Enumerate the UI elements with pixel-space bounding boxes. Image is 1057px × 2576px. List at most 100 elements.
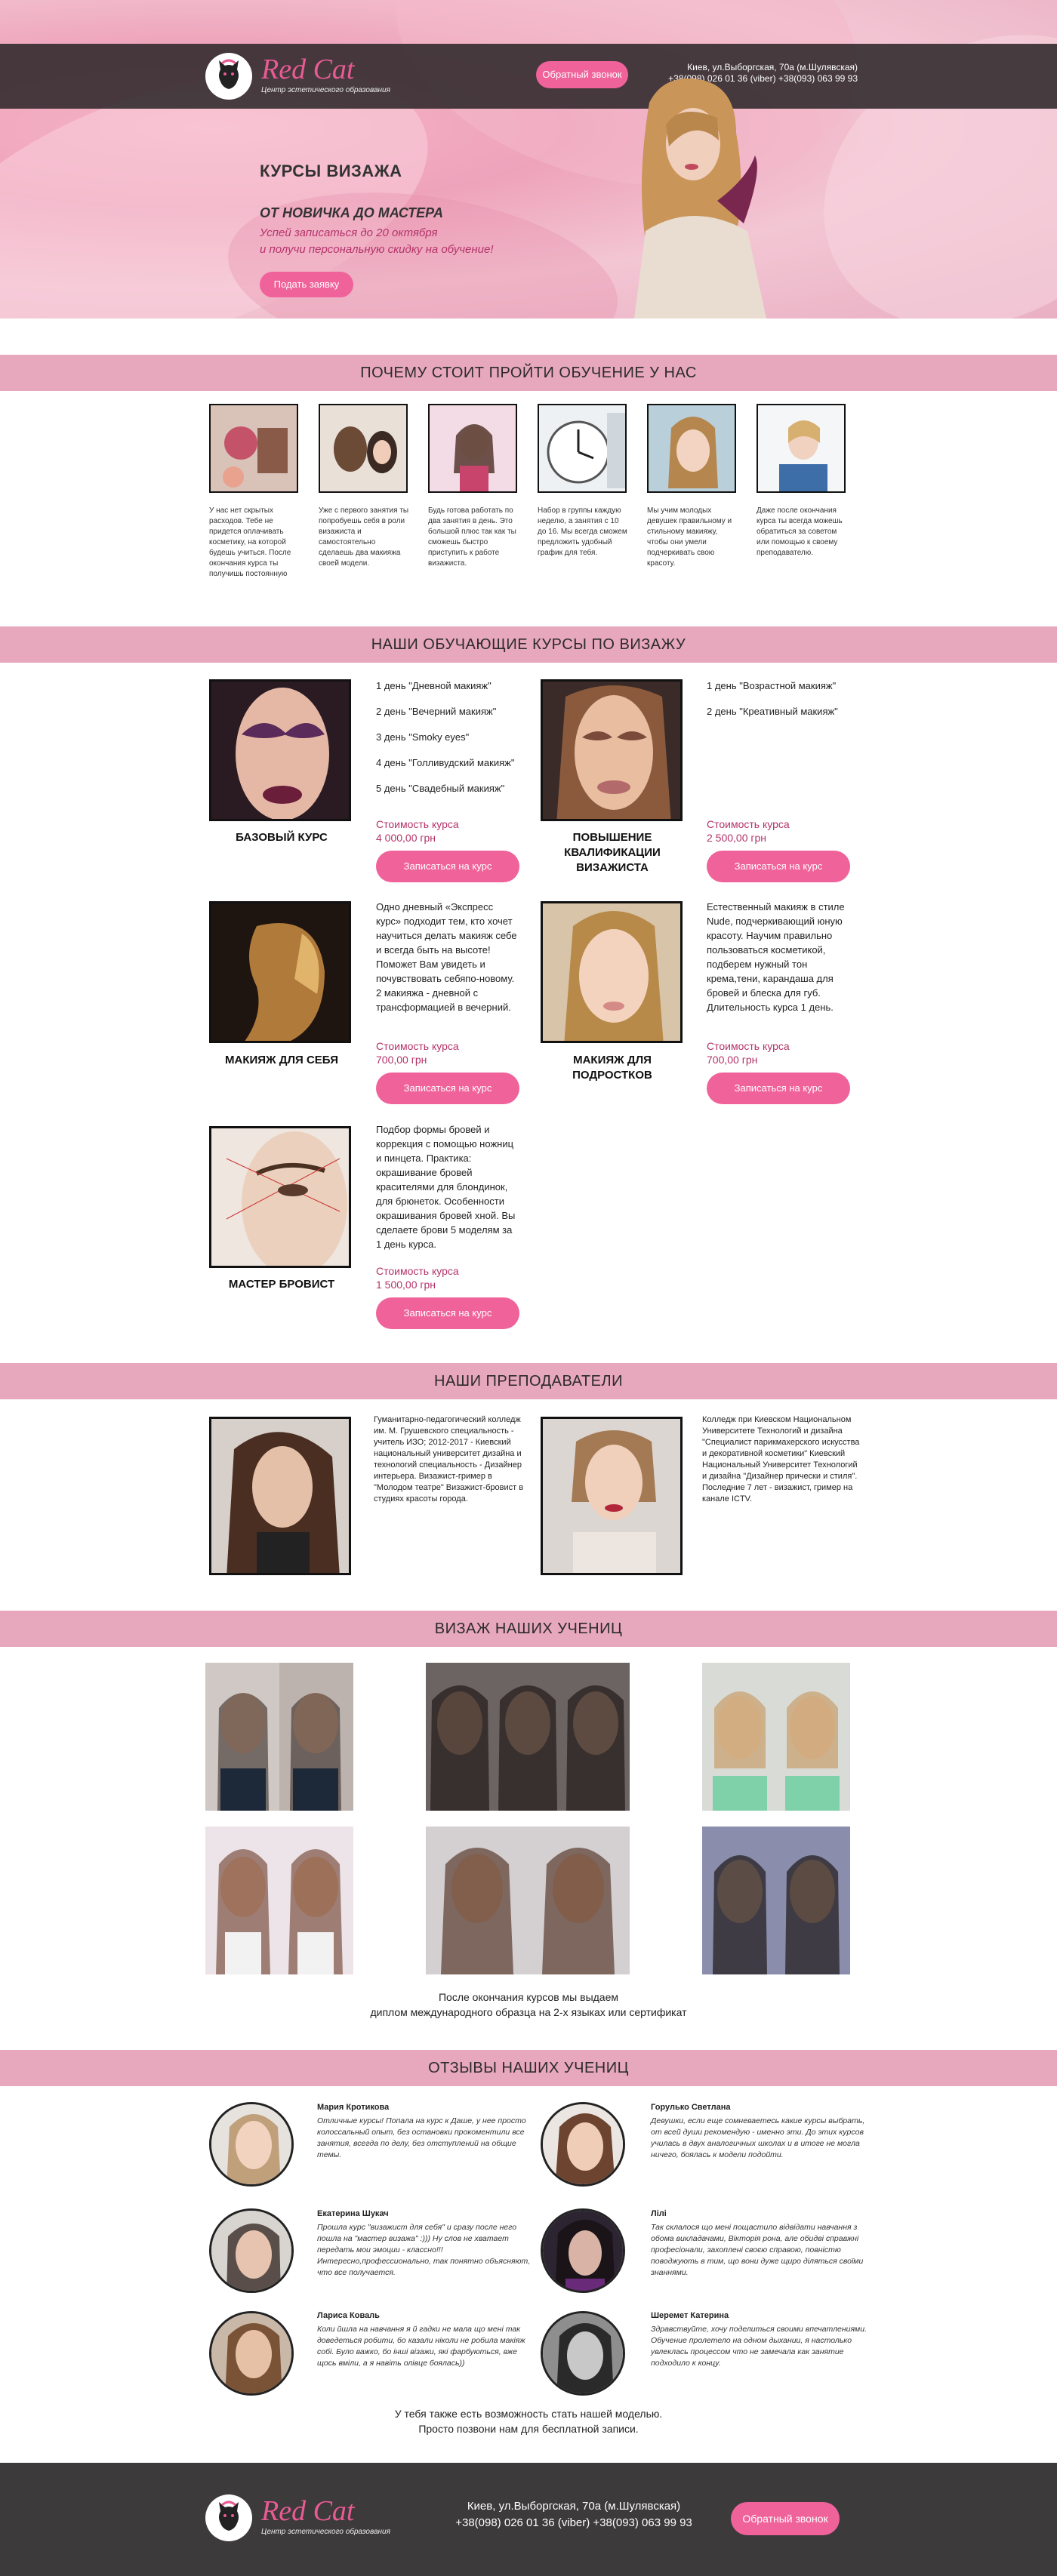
teacher-2-bio: Колледж при Киевском Национальном Универ… xyxy=(702,1415,860,1503)
gallery-before-after-photo[interactable] xyxy=(426,1663,630,1811)
course-day-item: 4 день "Голливудский макияж" xyxy=(376,757,515,768)
review-author: Шеремет Катерина xyxy=(651,2311,729,2320)
hero-title: КУРСЫ ВИЗАЖА xyxy=(260,162,402,180)
brand-subtitle: Центр эстетического образования xyxy=(261,2528,390,2536)
gallery-before-after-photo[interactable] xyxy=(702,1663,850,1811)
teacher-1-bio: Гуманитарно-педагогический колледж им. М… xyxy=(374,1415,524,1503)
brand-subtitle: Центр эстетического образования xyxy=(261,86,390,94)
section-reviews-title: ОТЗЫВЫ НАШИХ УЧЕНИЦ xyxy=(0,2050,1057,2086)
gallery-before-after-photo[interactable] xyxy=(205,1663,353,1811)
footer-callback-button[interactable]: Обратный звонок xyxy=(731,2502,840,2535)
brand-name: Red Cat xyxy=(261,2495,355,2527)
why-text: Уже с первого занятия ты попробуешь себя… xyxy=(319,506,409,568)
section-teachers-title: НАШИ ПРЕПОДАВАТЕЛИ xyxy=(0,1363,1057,1399)
course-brow-price: 1 500,00 грн xyxy=(376,1279,436,1291)
course-pro-image xyxy=(541,679,683,821)
review-text: Здравствуйте, хочу поделиться своими впе… xyxy=(651,2325,867,2368)
enroll-button-pro[interactable]: Записаться на курс xyxy=(707,851,850,882)
why-young-girl-image xyxy=(647,404,736,493)
course-basic-image xyxy=(209,679,351,821)
course-price-label: Стоимость курса xyxy=(376,1040,459,1052)
course-teen-price: 700,00 грн xyxy=(707,1054,758,1066)
course-brow-image xyxy=(209,1126,351,1268)
teacher-1-photo xyxy=(209,1417,351,1575)
section-why-title: ПОЧЕМУ СТОИТ ПРОЙТИ ОБУЧЕНИЕ У НАС xyxy=(0,355,1057,391)
review-avatar xyxy=(209,2102,294,2187)
review-author: Лілі xyxy=(651,2209,667,2218)
cat-logo-icon xyxy=(205,53,252,100)
review-text: Отличные курсы! Попала на курс к Даше, у… xyxy=(317,2116,526,2159)
cat-logo-icon xyxy=(205,2494,252,2541)
hero-subtitle: ОТ НОВИЧКА ДО МАСТЕРА xyxy=(260,205,444,220)
course-pro-price: 2 500,00 грн xyxy=(707,832,767,844)
why-students-image xyxy=(428,404,517,493)
review-text: Коли йшла на навчання я й гадки не мала … xyxy=(317,2325,525,2368)
hero-offer-line: и получи персональную скидку на обучение… xyxy=(260,243,494,256)
course-pro-title: ПОВЫШЕНИЕ КВАЛИФИКАЦИИ ВИЗАЖИСТА xyxy=(564,831,661,874)
section-courses-title: НАШИ ОБУЧАЮЩИЕ КУРСЫ ПО ВИЗАЖУ xyxy=(0,626,1057,663)
course-basic-price: 4 000,00 грн xyxy=(376,832,436,844)
gallery-before-after-photo[interactable] xyxy=(426,1827,630,1974)
reviews-footer-text: Просто позвони нам для бесплатной записи… xyxy=(418,2423,639,2435)
course-brow-title: МАСТЕР БРОВИСТ xyxy=(228,1278,335,1291)
review-avatar xyxy=(209,2208,294,2293)
why-text: Будь готова работать по два занятия в де… xyxy=(428,506,516,568)
why-text: Мы учим молодых девушек правильному и ст… xyxy=(647,506,732,568)
enroll-button-brow[interactable]: Записаться на курс xyxy=(376,1297,519,1329)
review-author: Мария Кротикова xyxy=(317,2103,390,2112)
enroll-button-self[interactable]: Записаться на курс xyxy=(376,1073,519,1104)
section-gallery-title: ВИЗАЖ НАШИХ УЧЕНИЦ xyxy=(0,1611,1057,1647)
gallery-before-after-photo[interactable] xyxy=(702,1827,850,1974)
course-day-item: 1 день "Возрастной макияж" xyxy=(707,680,837,691)
course-day-item: 3 день "Smoky eyes" xyxy=(376,731,470,743)
review-avatar xyxy=(541,2311,625,2396)
why-text: Даже после окончания курса ты всегда мож… xyxy=(757,506,843,557)
gallery-caption: После окончания курсов мы выдаем xyxy=(438,1991,618,2003)
course-basic-title: БАЗОВЫЙ КУРС xyxy=(236,831,328,844)
course-brow-description: Подбор формы бровей и коррекция с помощь… xyxy=(376,1124,516,1250)
apply-button[interactable]: Подать заявку xyxy=(260,272,353,297)
course-teen-image xyxy=(541,901,683,1043)
brand-name: Red Cat xyxy=(261,54,355,85)
review-author: Лариса Коваль xyxy=(317,2311,380,2320)
footer-contacts: Киев, ул.Выборгская, 70а (м.Шулявская) +… xyxy=(453,2498,695,2531)
enroll-button-teen[interactable]: Записаться на курс xyxy=(707,1073,850,1104)
why-text: У нас нет скрытых расходов. Тебе не прид… xyxy=(209,506,291,578)
gallery-caption: диплом международного образца на 2-х язы… xyxy=(370,2006,687,2018)
course-teen-description: Естественный макияж в стиле Nude, подчер… xyxy=(707,901,845,1013)
review-author: Екатерина Шукач xyxy=(317,2209,389,2218)
footer-address: Киев, ул.Выборгская, 70а (м.Шулявская) xyxy=(467,2500,681,2513)
header-address: Киев, ул.Выборгская, 70а (м.Шулявская) xyxy=(687,62,858,72)
course-price-label: Стоимость курса xyxy=(707,818,790,830)
footer-brand-logo[interactable]: Red Cat Центр эстетического образования xyxy=(205,2494,394,2541)
brand-logo[interactable]: Red Cat Центр эстетического образования xyxy=(205,53,394,100)
course-price-label: Стоимость курса xyxy=(376,818,459,830)
review-text: Так склалося що мені пощастило відвідати… xyxy=(651,2223,864,2277)
hero-model-photo xyxy=(634,78,766,319)
why-support-image xyxy=(757,404,846,493)
course-pro-days: 1 день "Возрастной макияж" 2 день "Креат… xyxy=(707,673,838,725)
review-author: Горулько Светлана xyxy=(651,2103,731,2112)
why-cosmetics-image xyxy=(209,404,298,493)
reviews-footer-text: У тебя также есть возможность стать наше… xyxy=(394,2408,663,2420)
course-day-item: 5 день "Свадебный макияж" xyxy=(376,783,505,794)
review-avatar xyxy=(209,2311,294,2396)
gallery-before-after-photo[interactable] xyxy=(205,1827,353,1974)
course-price-label: Стоимость курса xyxy=(707,1040,790,1052)
review-text: Девушки, если еще сомневаетесь какие кур… xyxy=(651,2116,865,2159)
teacher-2-photo xyxy=(541,1417,683,1575)
course-day-item: 1 день "Дневной макияж" xyxy=(376,680,492,691)
header-bar xyxy=(0,44,1057,109)
footer-phones: +38(098) 026 01 36 (viber) +38(093) 063 … xyxy=(455,2516,692,2529)
hero-offer-line: Успей записаться до 20 октября xyxy=(260,226,438,239)
course-teen-title: МАКИЯЖ ДЛЯ ПОДРОСТКОВ xyxy=(572,1054,652,1082)
enroll-button-basic[interactable]: Записаться на курс xyxy=(376,851,519,882)
review-avatar xyxy=(541,2102,625,2187)
course-self-title: МАКИЯЖ ДЛЯ СЕБЯ xyxy=(225,1054,338,1066)
review-text: Прошла курс "визажист для себя" и сразу … xyxy=(317,2223,531,2277)
why-clock-image xyxy=(538,404,627,493)
review-avatar xyxy=(541,2208,625,2293)
course-self-image xyxy=(209,901,351,1043)
why-text: Набор в группы каждую неделю, а занятия … xyxy=(538,506,627,557)
course-day-item: 2 день "Креативный макияж" xyxy=(707,706,838,717)
